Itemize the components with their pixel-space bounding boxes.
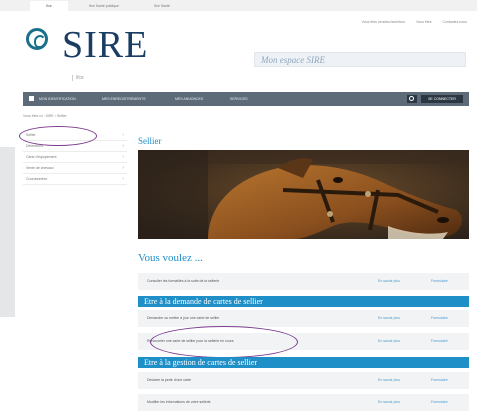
section-header: Etre à la gestion de cartes de sellier <box>138 357 469 368</box>
voir-link[interactable]: En savoir plus <box>378 310 400 327</box>
logo-text[interactable]: SIRE <box>62 25 148 65</box>
header-links: Vous êtes vendeur/acheteur Vous êtes Con… <box>352 20 467 24</box>
header-link[interactable]: Vous êtes <box>416 20 431 24</box>
download-link[interactable]: Formulaire <box>431 372 448 389</box>
voir-link[interactable]: En savoir plus <box>378 372 400 389</box>
side-background <box>0 147 15 317</box>
vous-voulez-title: Vous voulez ... <box>138 252 203 264</box>
download-link[interactable]: Formulaire <box>431 394 448 411</box>
nav-item[interactable]: MES ANNONCES <box>175 92 203 106</box>
nav-item[interactable]: MON IDENTIFICATION <box>39 92 76 106</box>
voir-link[interactable]: En savoir plus <box>378 333 400 350</box>
tab-ifce-sante[interactable]: Ifce Santé <box>140 1 184 11</box>
nav-item[interactable]: SERVICES <box>230 92 248 106</box>
nav-item[interactable]: MES ENREGISTREMENTS <box>102 92 146 106</box>
voir-link[interactable]: En savoir plus <box>378 394 400 411</box>
header-link[interactable]: Vous êtes vendeur/acheteur <box>362 20 406 24</box>
sidebar-item-carte[interactable]: Carte d'équipement <box>23 152 127 163</box>
tab-ifce-sante-publique[interactable]: Ifce Santé publique <box>74 1 134 11</box>
login-button[interactable]: SE CONNECTER <box>421 95 463 103</box>
action-text[interactable]: Demander ou mettre à jour une carte de s… <box>147 310 219 327</box>
breadcrumb: Vous êtes ici : SIRE › Sellier <box>23 114 67 118</box>
voir-link[interactable]: En savoir plus <box>378 273 400 290</box>
horse-image <box>138 150 469 239</box>
espace-search-input[interactable]: Mon espace SIRE <box>254 52 466 67</box>
main-nav: MON IDENTIFICATION MES ENREGISTREMENTS M… <box>23 92 469 106</box>
action-row: Consulter les formalités à la suite de l… <box>138 273 469 290</box>
download-link[interactable]: Formulaire <box>431 273 448 290</box>
sidebar-item-vente[interactable]: Vente de chevaux <box>23 163 127 174</box>
download-link[interactable]: Formulaire <box>431 310 448 327</box>
sidebar-item-detenteurs[interactable]: Détenteurs <box>23 141 127 152</box>
action-text[interactable]: Renouveler une carte de sellier pour la … <box>147 333 234 350</box>
sidebar-item-sellier[interactable]: Sellier <box>23 130 127 141</box>
action-text[interactable]: Modifier les informations de votre selle… <box>147 394 211 411</box>
page-title: Sellier <box>138 136 162 146</box>
action-text[interactable]: Déclarer la perte d'une carte <box>147 372 191 389</box>
action-text[interactable]: Consulter les formalités à la suite de l… <box>147 273 219 290</box>
top-utility-bar: Ifce Ifce Santé publique Ifce Santé <box>0 0 477 11</box>
logo-subtitle: ifce <box>72 75 84 81</box>
search-icon[interactable] <box>407 95 417 103</box>
action-row: Renouveler une carte de sellier pour la … <box>138 333 469 350</box>
action-row: Déclarer la perte d'une carte En savoir … <box>138 372 469 389</box>
header-link[interactable]: Contactez-nous <box>442 20 467 24</box>
sidebar: Sellier Détenteurs Carte d'équipement Ve… <box>23 130 127 185</box>
action-row: Demander ou mettre à jour une carte de s… <box>138 310 469 327</box>
action-row: Modifier les informations de votre selle… <box>138 394 469 411</box>
section-header: Etre à la demande de cartes de sellier <box>138 296 469 307</box>
tab-ifce[interactable]: Ifce <box>30 1 68 11</box>
sire-logo-icon[interactable] <box>26 28 48 50</box>
horse-photo <box>138 150 469 239</box>
download-link[interactable]: Formulaire <box>431 333 448 350</box>
sidebar-item-coordonnees[interactable]: Coordonnées <box>23 174 127 185</box>
home-icon[interactable] <box>29 96 34 101</box>
